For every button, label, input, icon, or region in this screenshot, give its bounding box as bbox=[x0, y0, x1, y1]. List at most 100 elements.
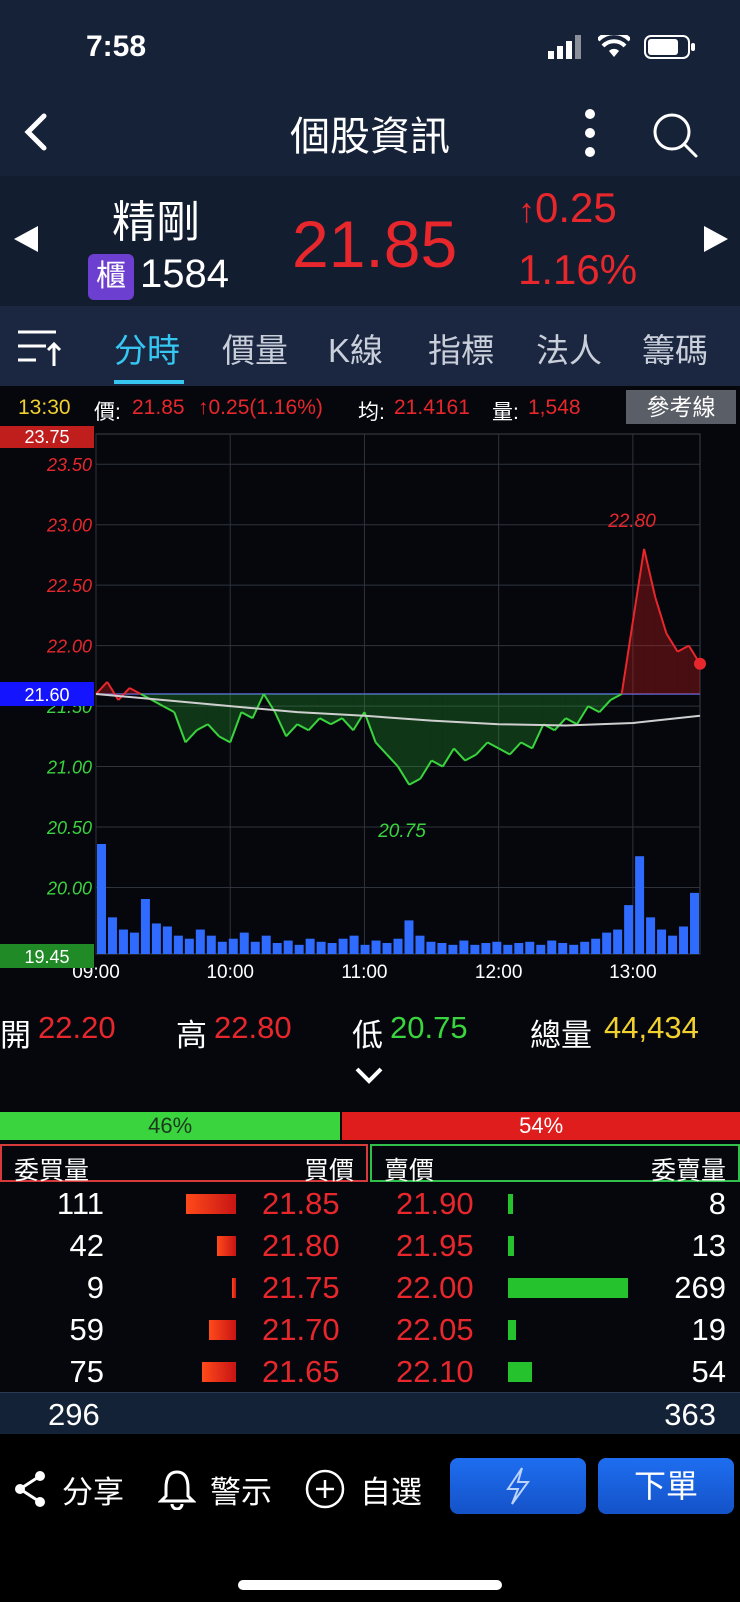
bid-volume-bar bbox=[202, 1362, 236, 1382]
tab-intraday[interactable]: 分時 bbox=[114, 324, 180, 372]
ask-volume-bar bbox=[508, 1320, 517, 1340]
info-change: ↑0.25(1.16%) bbox=[198, 396, 323, 419]
stock-code: 1584 bbox=[140, 252, 229, 296]
volume-bar bbox=[459, 940, 469, 954]
market-badge: 櫃 bbox=[88, 254, 134, 300]
place-order-button[interactable]: 下單 bbox=[598, 1458, 734, 1514]
share-button[interactable]: 分享 bbox=[12, 1464, 124, 1514]
buy-ratio: 46% bbox=[0, 1112, 341, 1140]
volume-bar bbox=[316, 941, 326, 954]
y-max-label: 23.75 bbox=[24, 427, 69, 447]
volume-bar bbox=[129, 932, 139, 954]
order-book-row: 42 21.80 21.95 13 bbox=[0, 1226, 740, 1268]
volume-bar bbox=[206, 935, 216, 954]
volume-bar bbox=[327, 943, 337, 954]
volume-bar bbox=[646, 917, 656, 954]
ohlc-summary: 開 22.20 高 22.80 低 20.75 總量 44,434 bbox=[0, 1010, 740, 1058]
tab-institutional[interactable]: 法人 bbox=[536, 324, 602, 372]
price-area-segment bbox=[655, 597, 667, 694]
tab-bar: 分時 價量 K線 指標 法人 籌碼 bbox=[0, 306, 740, 386]
volume-bar bbox=[415, 935, 425, 954]
volume-bar bbox=[195, 929, 205, 954]
ask-volume-bar bbox=[508, 1278, 628, 1298]
share-icon bbox=[15, 1471, 45, 1507]
status-icons bbox=[548, 34, 696, 60]
next-stock-arrow-icon[interactable] bbox=[704, 226, 728, 252]
x-tick-label: 12:00 bbox=[475, 962, 523, 983]
signal-icon bbox=[548, 35, 581, 59]
ask-price[interactable]: 22.10 bbox=[396, 1354, 474, 1390]
bid-volume: 111 bbox=[56, 1186, 104, 1221]
intraday-chart[interactable]: 23.5023.0022.5022.0021.5021.0020.5020.00… bbox=[0, 426, 740, 996]
low-label: 低 bbox=[352, 1018, 383, 1053]
tab-price-volume[interactable]: 價量 bbox=[222, 324, 288, 372]
intraday-chart-panel: 13:30 價: 21.85 ↑0.25(1.16%) 均: 21.4161 量… bbox=[0, 386, 740, 996]
bid-price[interactable]: 21.80 bbox=[262, 1228, 340, 1264]
tab-chips[interactable]: 籌碼 bbox=[642, 324, 708, 372]
x-tick-label: 10:00 bbox=[206, 962, 254, 983]
more-icon[interactable] bbox=[572, 106, 608, 160]
volume-bar bbox=[404, 920, 414, 954]
bid-price[interactable]: 21.65 bbox=[262, 1354, 340, 1390]
ask-price[interactable]: 21.90 bbox=[396, 1186, 474, 1222]
price-change-percent: 1.16% bbox=[518, 246, 638, 293]
home-indicator bbox=[238, 1580, 502, 1590]
tab-kline[interactable]: K線 bbox=[328, 324, 383, 372]
sort-menu-icon[interactable] bbox=[16, 326, 64, 370]
volume-bar bbox=[118, 929, 128, 954]
info-avg-label: 均: bbox=[358, 401, 385, 424]
y-tick-label: 21.00 bbox=[46, 758, 92, 778]
volume-bar bbox=[239, 932, 249, 954]
quick-order-button[interactable] bbox=[450, 1458, 586, 1514]
order-book-row: 9 21.75 22.00 269 bbox=[0, 1268, 740, 1310]
volume-bar bbox=[558, 943, 568, 954]
ask-price[interactable]: 22.00 bbox=[396, 1270, 474, 1306]
ask-volume: 269 bbox=[674, 1270, 726, 1305]
order-book-row: 59 21.70 22.05 19 bbox=[0, 1310, 740, 1352]
volume-bar bbox=[305, 938, 315, 954]
volume-bar bbox=[97, 844, 106, 954]
bid-price[interactable]: 21.75 bbox=[262, 1270, 340, 1306]
bottom-action-bar: 分享 警示 自選 下單 bbox=[0, 1434, 740, 1602]
bid-volume-bar bbox=[209, 1320, 236, 1340]
tab-indicators[interactable]: 指標 bbox=[428, 324, 494, 372]
alert-button[interactable]: 警示 bbox=[158, 1464, 272, 1514]
status-time: 7:58 bbox=[86, 30, 147, 63]
volume-bar bbox=[613, 929, 623, 954]
volume-bar bbox=[360, 944, 370, 954]
y-tick-label: 23.00 bbox=[46, 516, 92, 536]
price-area-segment bbox=[353, 694, 365, 731]
bid-price[interactable]: 21.70 bbox=[262, 1312, 340, 1348]
y-tick-label: 22.00 bbox=[46, 637, 92, 657]
chart-info-strip: 13:30 價: 21.85 ↑0.25(1.16%) 均: 21.4161 量… bbox=[0, 386, 740, 426]
volume-bar bbox=[107, 917, 117, 954]
high-value: 22.80 bbox=[214, 1010, 292, 1045]
volume-bar bbox=[382, 943, 392, 954]
bid-price[interactable]: 21.85 bbox=[262, 1186, 340, 1222]
reference-line-button[interactable]: 參考線 bbox=[626, 390, 736, 424]
volume-bar bbox=[272, 943, 282, 954]
volume-bar bbox=[580, 941, 590, 954]
bid-volume: 59 bbox=[69, 1312, 104, 1347]
bid-volume: 75 bbox=[69, 1354, 104, 1389]
info-price: 21.85 bbox=[132, 396, 185, 419]
search-icon[interactable] bbox=[648, 108, 702, 162]
total-volume-label: 總量 bbox=[530, 1018, 592, 1053]
volume-bar bbox=[492, 941, 502, 954]
volume-bar bbox=[503, 944, 513, 954]
last-price-dot bbox=[694, 657, 706, 670]
bid-header: 委買量 買價 bbox=[0, 1144, 368, 1185]
y-tick-label: 23.50 bbox=[46, 455, 92, 475]
high-annotation: 22.80 bbox=[607, 511, 656, 532]
expand-chevron-icon[interactable] bbox=[354, 1066, 384, 1086]
low-annotation: 20.75 bbox=[377, 821, 426, 842]
prev-stock-arrow-icon[interactable] bbox=[14, 226, 38, 252]
battery-icon bbox=[644, 35, 695, 59]
ask-price[interactable]: 22.05 bbox=[396, 1312, 474, 1348]
open-label: 開 bbox=[0, 1018, 31, 1053]
ask-price[interactable]: 21.95 bbox=[396, 1228, 474, 1264]
price-area-segment bbox=[532, 694, 544, 749]
add-watchlist-button[interactable]: 自選 bbox=[304, 1464, 422, 1514]
bid-volume-bar bbox=[217, 1236, 236, 1256]
ask-total: 363 bbox=[664, 1397, 716, 1432]
